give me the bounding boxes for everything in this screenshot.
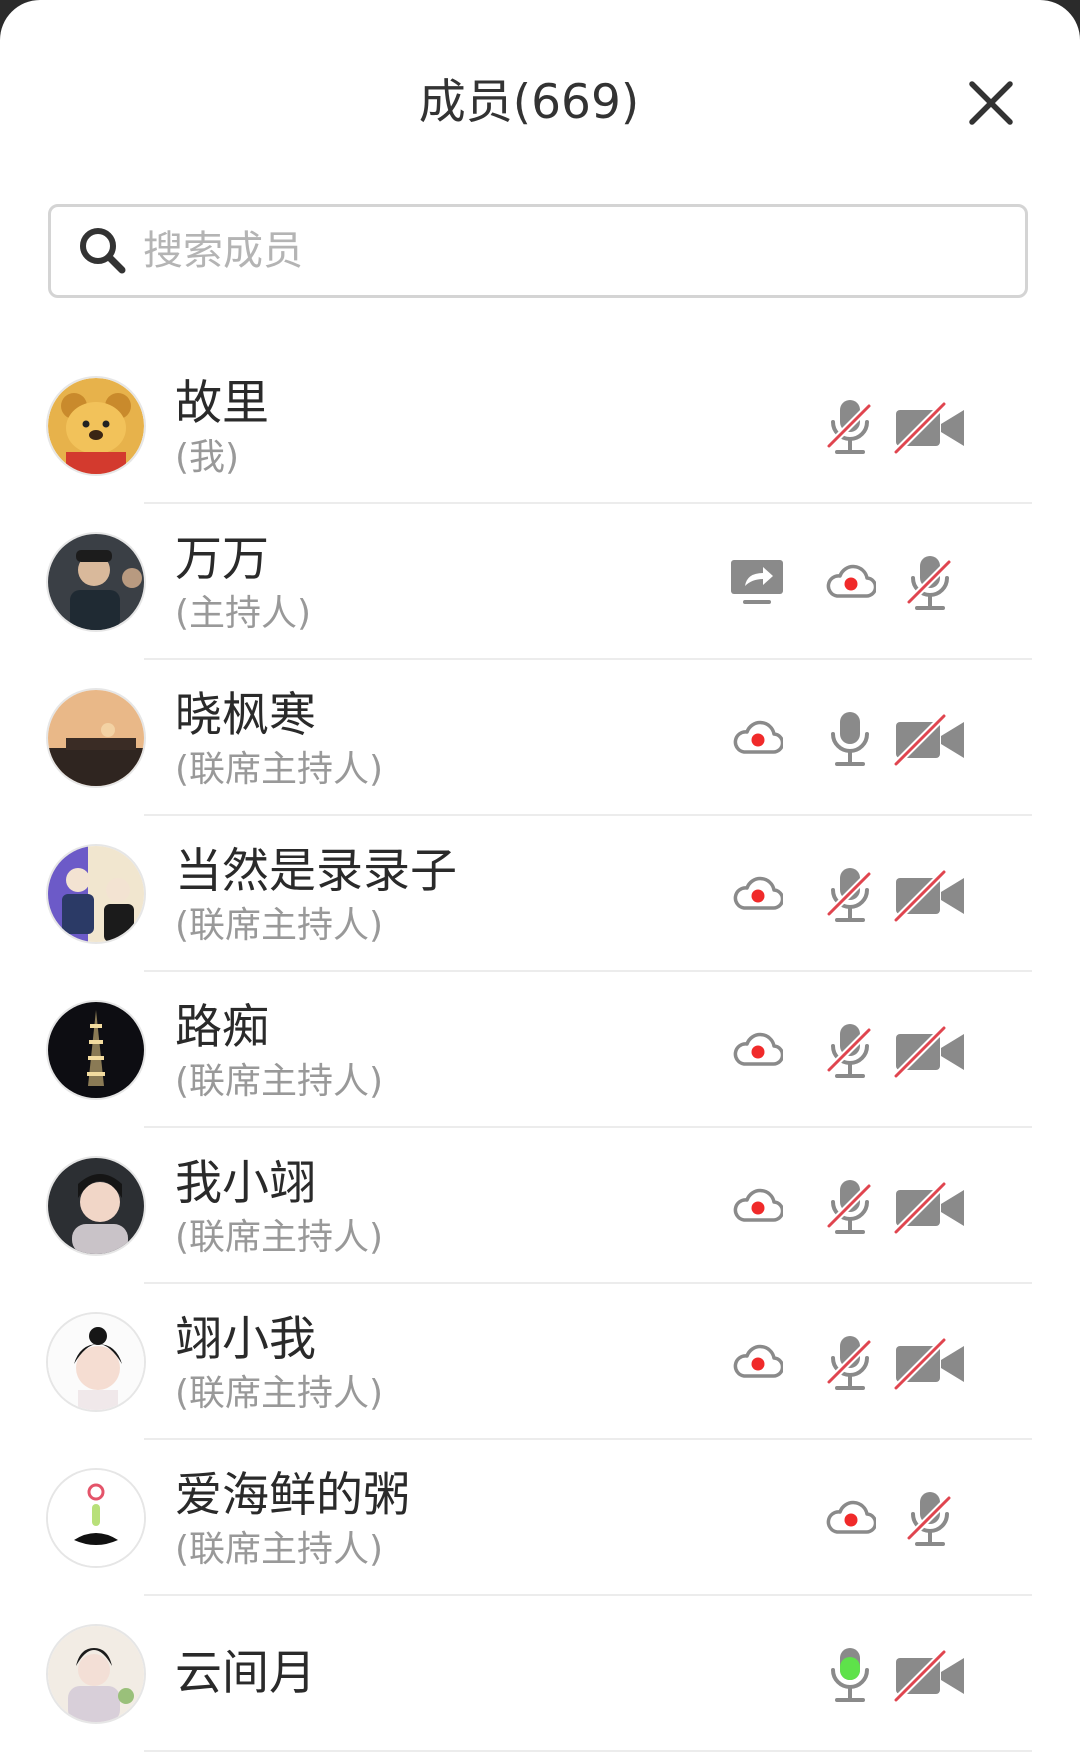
video-off-icon[interactable] <box>894 1644 966 1708</box>
avatar <box>48 1626 144 1722</box>
close-button[interactable] <box>960 72 1022 134</box>
close-icon <box>969 81 1013 125</box>
cloud-record-icon <box>731 1020 783 1084</box>
member-row[interactable]: 路痴 (联席主持人) <box>0 972 1080 1128</box>
video-off-icon[interactable] <box>894 1332 966 1396</box>
member-row[interactable]: 云间月 <box>0 1596 1080 1752</box>
member-name: 云间月 <box>175 1646 316 1701</box>
mic-muted-icon[interactable] <box>821 864 879 928</box>
member-row[interactable]: 我小翊 (联席主持人) <box>0 1128 1080 1284</box>
member-name: 当然是录录子 <box>175 844 457 899</box>
avatar <box>48 690 144 786</box>
mic-muted-icon[interactable] <box>821 396 879 460</box>
avatar <box>48 1002 144 1098</box>
mic-muted-icon[interactable] <box>821 1020 879 1084</box>
member-row[interactable]: 爱海鲜的粥 (联席主持人) <box>0 1440 1080 1596</box>
video-off-icon[interactable] <box>894 396 966 460</box>
mic-muted-icon[interactable] <box>901 552 959 616</box>
mic-muted-icon[interactable] <box>821 1332 879 1396</box>
page-title: 成员(669) <box>418 75 640 130</box>
member-role: (联席主持人) <box>175 905 384 946</box>
cloud-record-icon <box>731 1176 783 1240</box>
member-row[interactable]: 故里 (我) <box>0 348 1080 504</box>
member-name: 我小翊 <box>175 1156 316 1211</box>
member-role: (联席主持人) <box>175 1373 384 1414</box>
member-role: (联席主持人) <box>175 749 384 790</box>
cloud-record-icon <box>731 708 783 772</box>
video-off-icon[interactable] <box>894 864 966 928</box>
member-role: (联席主持人) <box>175 1217 384 1258</box>
mic-speaking-icon[interactable] <box>821 1644 879 1708</box>
mic-muted-icon[interactable] <box>821 1176 879 1240</box>
avatar <box>48 1314 144 1410</box>
cloud-record-icon <box>731 864 783 928</box>
avatar <box>48 1470 144 1566</box>
avatar <box>48 534 144 630</box>
cloud-record-icon <box>731 1332 783 1396</box>
member-role: (联席主持人) <box>175 1061 384 1102</box>
mic-on-icon[interactable] <box>821 708 879 772</box>
member-name: 路痴 <box>175 1000 269 1055</box>
member-name: 晓枫寒 <box>175 688 316 743</box>
member-name: 故里 <box>175 376 269 431</box>
divider <box>144 1750 1032 1752</box>
member-name: 翊小我 <box>175 1312 316 1367</box>
video-off-icon[interactable] <box>894 708 966 772</box>
member-name: 爱海鲜的粥 <box>175 1468 410 1523</box>
member-row[interactable]: 当然是录录子 (联席主持人) <box>0 816 1080 972</box>
screen-share-icon <box>729 552 785 616</box>
video-off-icon[interactable] <box>894 1176 966 1240</box>
member-row[interactable]: 万万 (主持人) <box>0 504 1080 660</box>
mic-muted-icon[interactable] <box>901 1488 959 1552</box>
member-role: (联席主持人) <box>175 1529 384 1570</box>
member-list-sheet: 成员(669) 故里 (我) 万万 (主持人) <box>0 0 1080 1754</box>
search-input[interactable] <box>143 228 943 274</box>
member-name: 万万 <box>175 532 269 587</box>
member-role: (我) <box>175 437 240 478</box>
search-icon <box>80 228 126 274</box>
avatar <box>48 1158 144 1254</box>
avatar <box>48 846 144 942</box>
member-row[interactable]: 翊小我 (联席主持人) <box>0 1284 1080 1440</box>
member-list: 故里 (我) 万万 (主持人) 晓枫寒 (联席主持人) 当然是录录子 (联席主持… <box>0 348 1080 1752</box>
avatar <box>48 378 144 474</box>
video-off-icon[interactable] <box>894 1020 966 1084</box>
search-box[interactable] <box>48 204 1028 298</box>
cloud-record-icon <box>824 552 876 616</box>
cloud-record-icon <box>824 1488 876 1552</box>
member-role: (主持人) <box>175 593 312 634</box>
member-row[interactable]: 晓枫寒 (联席主持人) <box>0 660 1080 816</box>
